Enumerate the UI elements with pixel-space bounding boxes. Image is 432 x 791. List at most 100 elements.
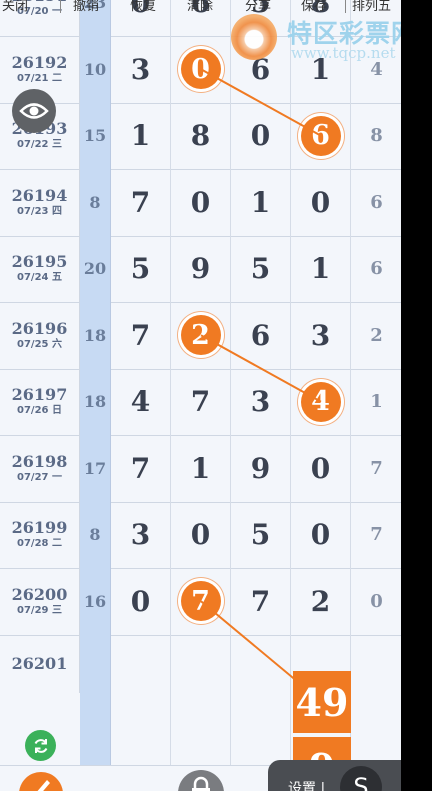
digit-cell[interactable]: 4 [111, 368, 171, 435]
digit-cell[interactable]: 0 [111, 568, 171, 635]
digit-cell[interactable]: 0 [291, 169, 351, 236]
draw-tool-button[interactable] [19, 772, 63, 791]
period-date: 07/27 一 [17, 471, 62, 483]
span-cell: 17 [80, 435, 111, 502]
extra-cell: 2 [370, 324, 383, 346]
settings-bar[interactable]: 设置 | S [268, 760, 401, 791]
digit-cell[interactable]: 5 [111, 235, 171, 302]
digit-cell[interactable]: 3 [291, 302, 351, 369]
period-number: 26192 [11, 52, 68, 72]
digit-value: 3 [310, 318, 331, 352]
digit-cell[interactable] [231, 634, 291, 765]
watermark-url: www.tqcp.net [291, 44, 396, 62]
digit-value: 8 [190, 119, 211, 153]
redo-button[interactable]: 恢复 [130, 0, 156, 14]
highlight-ball[interactable]: 6 [300, 115, 341, 156]
digit-value: 0 [310, 451, 331, 485]
digit-cell[interactable]: 1 [231, 169, 291, 236]
digit-value: 9 [190, 252, 211, 286]
digit-cell[interactable]: 6 [291, 102, 351, 169]
period-number: 26201 [11, 653, 68, 673]
digit-value: 0 [130, 584, 151, 618]
clear-button[interactable]: 清除 [187, 0, 213, 14]
span-cell: 15 [80, 102, 111, 169]
digit-cell[interactable]: 9 [171, 235, 231, 302]
digit-cell[interactable]: 6 [231, 302, 291, 369]
period-cell: 26197 07/26 日 [0, 368, 80, 435]
digit-value: 7 [130, 318, 151, 352]
result-box-first[interactable]: 49 [293, 671, 351, 733]
digit-cell[interactable]: 1 [291, 235, 351, 302]
period-number: 26195 [11, 252, 68, 272]
digit-cell[interactable] [111, 634, 171, 765]
settings-label[interactable]: 设置 | [288, 778, 325, 791]
lottery-type-button[interactable]: 排列五 [352, 0, 391, 14]
digit-cell[interactable]: 0 [171, 501, 231, 568]
digit-value: 4 [130, 385, 151, 419]
digit-cell[interactable]: 8 [171, 102, 231, 169]
span-cell: 18 [80, 368, 111, 435]
digit-cell[interactable]: 3 [231, 368, 291, 435]
digit-cell[interactable]: 1 [111, 102, 171, 169]
toolbar-divider [345, 0, 346, 13]
logo-emblem-icon [231, 14, 277, 60]
digit-value: 0 [250, 119, 271, 153]
digit-value: 0 [190, 518, 211, 552]
digit-cell[interactable]: 0 [171, 36, 231, 103]
digit-cell[interactable]: 3 [111, 501, 171, 568]
refresh-button[interactable] [25, 730, 56, 761]
digit-cell[interactable]: 3 [111, 36, 171, 103]
digit-value: 1 [250, 185, 271, 219]
digit-cell[interactable]: 2 [171, 302, 231, 369]
extra-cell: 1 [370, 391, 383, 413]
close-button[interactable]: 关闭 [2, 0, 28, 14]
digit-cell[interactable] [171, 634, 231, 765]
extra-cell: 7 [370, 524, 383, 546]
digit-cell[interactable]: 0 [291, 435, 351, 502]
digit-value: 5 [250, 252, 271, 286]
digit-cell[interactable]: 2 [291, 568, 351, 635]
digit-cell[interactable]: 7 [231, 568, 291, 635]
digit-value: 0 [310, 518, 331, 552]
table-row: 26198 07/27 一 17 7 1 9 0 7 [0, 435, 401, 503]
share-button[interactable]: 分享 [245, 0, 271, 14]
extra-cell: 6 [370, 191, 383, 213]
period-date: 07/25 六 [17, 338, 62, 350]
digit-cell[interactable]: 9 [231, 435, 291, 502]
period-number: 26194 [11, 185, 68, 205]
digit-cell[interactable]: 7 [111, 435, 171, 502]
span-cell [80, 634, 111, 765]
watermark-logo: 特区彩票网 www.tqcp.net [231, 8, 401, 64]
undo-button[interactable]: 撤销 [73, 0, 99, 14]
digit-cell[interactable]: 0 [231, 102, 291, 169]
digit-cell[interactable]: 0 [171, 169, 231, 236]
digit-cell[interactable]: 5 [231, 501, 291, 568]
digit-cell[interactable]: 5 [231, 235, 291, 302]
digit-cell[interactable]: 7 [171, 568, 231, 635]
s-icon[interactable]: S [340, 766, 382, 791]
digit-cell[interactable]: 4 [291, 368, 351, 435]
digit-cell[interactable]: 7 [111, 169, 171, 236]
digit-cell[interactable]: 0 [291, 501, 351, 568]
highlight-ball[interactable]: 4 [300, 381, 341, 422]
extra-cell: 7 [370, 457, 383, 479]
highlight-ball[interactable]: 7 [180, 581, 221, 622]
period-date: 07/24 五 [17, 272, 62, 284]
extra-cell: 6 [370, 258, 383, 280]
table-row: 26196 07/25 六 18 7 2 6 3 2 [0, 302, 401, 370]
table-row: 26195 07/24 五 20 5 9 5 1 6 [0, 235, 401, 303]
digit-cell[interactable]: 7 [111, 302, 171, 369]
period-number: 26200 [11, 584, 68, 604]
highlight-ball[interactable]: 2 [180, 315, 221, 356]
digit-value: 3 [130, 518, 151, 552]
highlight-ball[interactable]: 0 [180, 49, 221, 90]
period-number: 26198 [11, 451, 68, 471]
save-button[interactable]: 保存 [301, 0, 327, 14]
digit-value: 5 [250, 518, 271, 552]
period-cell: 26198 07/27 一 [0, 435, 80, 502]
toggle-visibility-button[interactable] [12, 89, 56, 133]
period-date: 07/29 三 [17, 604, 62, 616]
table-row: 26199 07/28 二830507 [0, 501, 401, 569]
digit-cell[interactable]: 7 [171, 368, 231, 435]
digit-cell[interactable]: 1 [171, 435, 231, 502]
